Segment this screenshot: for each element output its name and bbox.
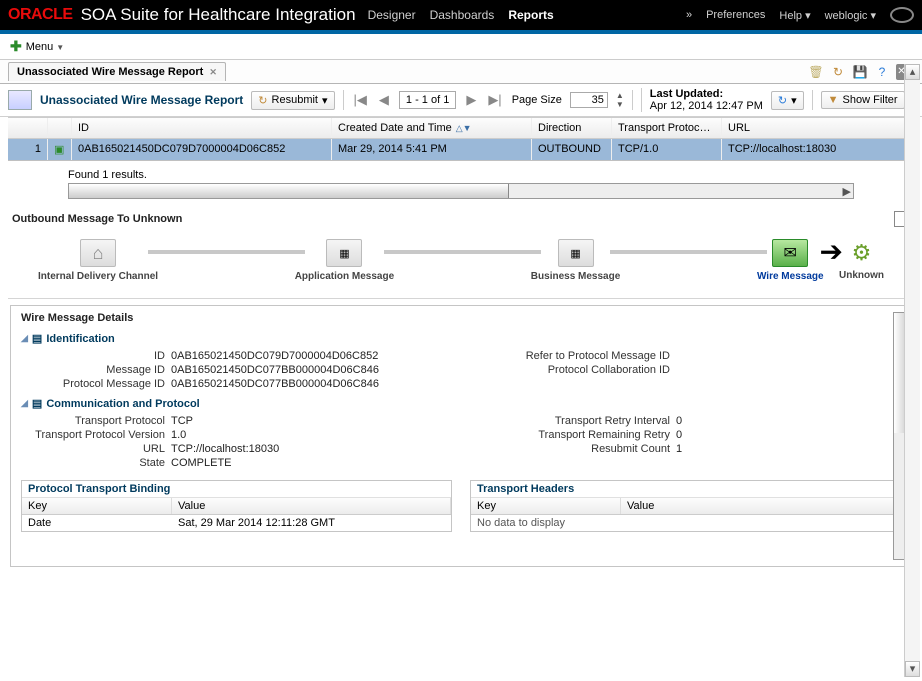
menu-dropdown[interactable]: Menu▼: [26, 41, 64, 53]
doc-icon: ▤: [32, 332, 42, 345]
plus-icon: ✚: [10, 38, 22, 55]
tab-bar: Unassociated Wire Message Report ✕ 🗑 ↻ 💾…: [0, 60, 922, 84]
pager-display: 1 - 1 of 1: [399, 91, 456, 109]
resubmit-icon[interactable]: ↻: [830, 64, 846, 80]
wire-message-details: Wire Message Details ◢▤Identification ID…: [10, 305, 912, 567]
col-id[interactable]: ID: [72, 118, 332, 138]
flow-application-message[interactable]: ▦ Application Message: [295, 239, 394, 282]
page-size-label: Page Size: [512, 94, 562, 106]
col-url[interactable]: URL: [722, 118, 914, 138]
doc-icon: ▤: [32, 397, 42, 410]
row-number: 1: [8, 139, 48, 160]
first-page-icon[interactable]: |◀: [352, 92, 369, 108]
resubmit-button[interactable]: ↻Resubmit▾: [251, 91, 334, 110]
nav-forward-icon[interactable]: »: [686, 9, 692, 21]
save-icon[interactable]: 💾: [852, 64, 868, 80]
last-updated: Last Updated: Apr 12, 2014 12:47 PM: [641, 88, 763, 112]
flow-wire-message[interactable]: ✉ Wire Message: [757, 239, 824, 282]
global-header: ORACLE SOA Suite for Healthcare Integrat…: [0, 0, 922, 30]
tab-label: Unassociated Wire Message Report: [17, 66, 203, 78]
scroll-up-icon[interactable]: ▴: [905, 64, 920, 80]
row-direction: OUTBOUND: [532, 139, 612, 160]
horizontal-scrollbar[interactable]: ◀▶: [68, 183, 854, 199]
status-icon: [890, 7, 914, 23]
flow-connector: [384, 250, 541, 254]
flow-connector: [610, 250, 767, 254]
scroll-down-icon[interactable]: ▾: [905, 661, 920, 677]
results-grid: ID Created Date and Time△▼ Direction Tra…: [8, 117, 914, 199]
preferences-link[interactable]: Preferences: [706, 9, 765, 21]
gear-icon: ⚙: [852, 240, 872, 266]
row-transport: TCP/1.0: [612, 139, 722, 160]
protocol-transport-binding-panel: Protocol Transport Binding KeyValue Date…: [21, 480, 452, 532]
communication-section-header[interactable]: ◢▤Communication and Protocol: [21, 397, 901, 410]
row-status-icon: ▣: [48, 139, 72, 160]
col-created[interactable]: Created Date and Time△▼: [332, 118, 532, 138]
menu-bar: ✚ Menu▼: [0, 34, 922, 60]
flow-title: Outbound Message To Unknown: [0, 205, 922, 229]
tab-unassociated-wire-message-report[interactable]: Unassociated Wire Message Report ✕: [8, 62, 226, 81]
collapse-icon: ◢: [21, 333, 28, 344]
table-row[interactable]: 1 ▣ 0AB165021450DC079D7000004D06C852 Mar…: [8, 139, 914, 161]
page-size-stepper-icon[interactable]: ▲▼: [616, 91, 624, 109]
report-title: Unassociated Wire Message Report: [40, 93, 243, 107]
row-url: TCP://localhost:18030: [722, 139, 914, 160]
top-nav: Designer Dashboards Reports: [368, 8, 554, 22]
business-message-icon: ▦: [558, 239, 594, 267]
message-flow: ⌂ Internal Delivery Channel ▦ Applicatio…: [8, 229, 914, 299]
last-page-icon[interactable]: ▶|: [486, 92, 503, 108]
grid-header-row: ID Created Date and Time△▼ Direction Tra…: [8, 117, 914, 139]
sort-icon[interactable]: △▼: [456, 123, 472, 133]
details-title: Wire Message Details: [21, 312, 901, 324]
page-vertical-scrollbar[interactable]: ▴ ▾: [904, 64, 920, 677]
row-created: Mar 29, 2014 5:41 PM: [332, 139, 532, 160]
house-icon: ⌂: [80, 239, 116, 267]
report-icon: [8, 90, 32, 110]
oracle-logo: ORACLE: [8, 6, 73, 24]
nav-reports[interactable]: Reports: [508, 8, 553, 22]
results-count: Found 1 results.: [8, 161, 914, 183]
row-id: 0AB165021450DC079D7000004D06C852: [72, 139, 332, 160]
collapse-icon: ◢: [21, 398, 28, 409]
transport-headers-panel: Transport Headers KeyValue No data to di…: [470, 480, 901, 532]
flow-business-message[interactable]: ▦ Business Message: [531, 239, 621, 282]
show-filter-button[interactable]: ▼Show Filter: [821, 91, 905, 109]
app-message-icon: ▦: [326, 239, 362, 267]
col-transport[interactable]: Transport Protocol/Version: [612, 118, 722, 138]
purge-icon[interactable]: 🗑: [808, 64, 824, 80]
page-size-input[interactable]: [570, 92, 608, 108]
nav-designer[interactable]: Designer: [368, 8, 416, 22]
prev-page-icon[interactable]: ◀: [377, 92, 391, 108]
flow-connector: [148, 250, 305, 254]
next-page-icon[interactable]: ▶: [464, 92, 478, 108]
envelope-icon: ✉: [772, 239, 808, 267]
suite-title: SOA Suite for Healthcare Integration: [81, 5, 356, 25]
table-row[interactable]: DateSat, 29 Mar 2014 12:11:28 GMT: [22, 515, 451, 531]
help-icon[interactable]: ?: [874, 64, 890, 80]
report-toolbar: Unassociated Wire Message Report ↻Resubm…: [0, 84, 922, 117]
refresh-button[interactable]: ↻▾: [771, 91, 804, 110]
col-direction[interactable]: Direction: [532, 118, 612, 138]
nav-dashboards[interactable]: Dashboards: [430, 8, 495, 22]
user-menu[interactable]: weblogic ▾: [825, 9, 876, 22]
close-icon[interactable]: ✕: [209, 67, 217, 78]
no-data-message: No data to display: [471, 515, 571, 531]
flow-internal-delivery-channel[interactable]: ⌂ Internal Delivery Channel: [38, 239, 158, 282]
flow-unknown[interactable]: ⚙ Unknown: [839, 240, 884, 281]
help-menu[interactable]: Help ▾: [779, 9, 810, 22]
identification-section-header[interactable]: ◢▤Identification: [21, 332, 901, 345]
